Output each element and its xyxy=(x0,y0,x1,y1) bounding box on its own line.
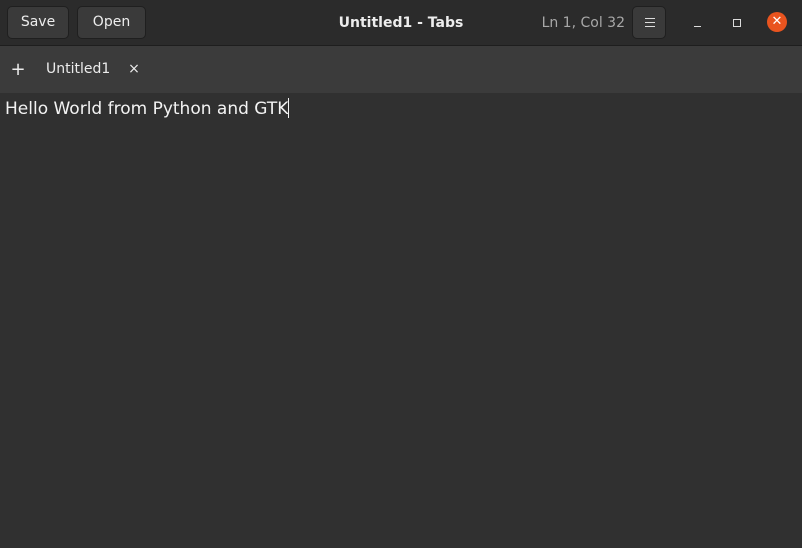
cursor-position-label: Ln 1, Col 32 xyxy=(541,15,625,31)
text-caret xyxy=(288,98,290,118)
tab-label: Untitled1 xyxy=(46,61,111,77)
menu-button[interactable] xyxy=(632,6,666,39)
header-bar: Save Open Untitled1 - Tabs Ln 1, Col 32 … xyxy=(0,0,802,46)
open-button[interactable]: Open xyxy=(77,6,146,39)
tab-bar: + Untitled1 × xyxy=(0,46,802,93)
new-tab-button[interactable]: + xyxy=(8,46,28,93)
minimize-button[interactable] xyxy=(688,13,708,33)
tab-close-icon[interactable]: × xyxy=(126,46,142,93)
text-editor[interactable]: Hello World from Python and GTK xyxy=(0,93,802,548)
tab-untitled1[interactable]: Untitled1 × xyxy=(36,46,151,93)
save-button[interactable]: Save xyxy=(7,6,69,39)
close-icon: ✕ xyxy=(771,14,783,29)
minimize-icon xyxy=(694,26,701,27)
hamburger-menu-icon xyxy=(645,18,655,27)
editor-text-line: Hello World from Python and GTK xyxy=(5,99,289,119)
close-window-button[interactable]: ✕ xyxy=(767,12,787,32)
app-window: Save Open Untitled1 - Tabs Ln 1, Col 32 … xyxy=(0,0,802,548)
editor-content: Hello World from Python and GTK xyxy=(5,98,290,120)
maximize-button[interactable] xyxy=(727,13,747,33)
maximize-icon xyxy=(733,19,741,27)
